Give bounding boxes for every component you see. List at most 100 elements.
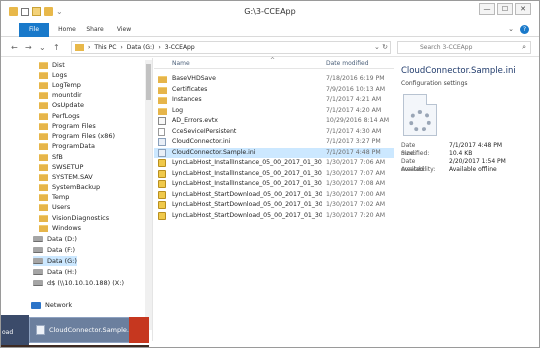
address-bar[interactable]: › This PC › Data (G:) › 3-CCEApp ⌄ ↻ [71, 41, 391, 54]
taskbar-accent [129, 317, 149, 343]
nav-item[interactable]: Data (D:) [33, 234, 77, 244]
nav-item[interactable]: Windows [39, 223, 81, 233]
nav-item[interactable]: ProgramData [39, 141, 95, 151]
folder-icon [158, 97, 167, 104]
nav-item[interactable]: Users [39, 202, 70, 212]
file-row[interactable]: LyncLabHost_InstallInstance_05_00_2017_0… [154, 158, 394, 168]
folder-icon [75, 44, 84, 51]
file-row[interactable]: BaseVHDSave 7/18/2016 6:19 PM [154, 74, 394, 84]
column-header-name[interactable]: Name [172, 60, 190, 67]
nav-item[interactable]: SystemBackup [39, 182, 100, 192]
nav-item-label: LogTemp [52, 81, 81, 89]
log-file-icon [158, 169, 166, 178]
tab-file[interactable]: File [19, 23, 49, 37]
file-date-modified: 7/1/2017 3:27 PM [326, 138, 381, 145]
folder-icon [39, 224, 48, 232]
nav-item[interactable]: Network [31, 300, 72, 310]
close-button[interactable]: ✕ [515, 3, 531, 15]
file-row[interactable]: CloudConnector.Sample.ini 7/1/2017 4:48 P… [154, 147, 394, 158]
tab-view[interactable]: View [113, 23, 135, 37]
help-icon[interactable]: ? [520, 25, 529, 34]
breadcrumb-separator: › [88, 44, 91, 51]
nav-item-label: SystemBackup [52, 183, 101, 191]
back-button[interactable]: ← [11, 43, 18, 52]
nav-item-label: PerfLogs [52, 112, 80, 120]
file-row[interactable]: Instances 7/1/2017 4:21 AM [154, 95, 394, 105]
folder-icon [39, 203, 48, 211]
breadcrumb-separator: › [158, 44, 161, 51]
nav-item-label: Logs [52, 71, 67, 79]
gear-icon [409, 110, 431, 132]
file-row[interactable]: Log 7/1/2017 4:20 AM [154, 106, 394, 116]
recent-locations-button[interactable]: ⌄ [39, 43, 46, 52]
nav-item-label: Data (H:) [47, 268, 77, 276]
nav-item[interactable]: PerfLogs [39, 111, 80, 121]
nav-item[interactable]: Temp [39, 192, 69, 202]
breadcrumb-3-cceapp[interactable]: 3-CCEApp [165, 44, 195, 51]
nav-item[interactable]: mountdir [39, 90, 82, 100]
forward-button[interactable]: → [25, 43, 32, 52]
nav-item[interactable]: OsUpdate [39, 100, 84, 110]
nav-item-label: Dist [52, 61, 65, 69]
property-value: 10.4 KB [449, 150, 473, 157]
nav-item[interactable]: d$ (\\10.10.10.188) (X:) [33, 278, 124, 288]
taskbar: oad CloudConnector.Sample.ini ... [1, 315, 539, 347]
column-header-date[interactable]: Date modified [326, 60, 369, 67]
tab-home[interactable]: Home [55, 23, 79, 37]
up-button[interactable]: ↑ [53, 43, 60, 52]
breadcrumb-separator: › [120, 44, 123, 51]
search-placeholder: Search 3-CCEApp [420, 44, 473, 51]
file-row[interactable]: LyncLabHost_StartDownload_05_00_2017_01_… [154, 211, 394, 221]
file-row[interactable]: CloudConnector.ini 7/1/2017 3:27 PM [154, 137, 394, 147]
file-icon [158, 127, 165, 136]
nav-item-label: Program Files [52, 122, 96, 130]
nav-item[interactable]: Program Files [39, 121, 96, 131]
taskbar-left-item[interactable]: oad [1, 315, 29, 347]
file-list: ^ Name Date modified BaseVHDSave 7/18/201… [154, 57, 394, 341]
file-row[interactable]: LyncLabHost_InstallInstance_05_00_2017_0… [154, 169, 394, 179]
breadcrumb-data-g[interactable]: Data (G:) [127, 44, 155, 51]
nav-item[interactable]: Dist [39, 60, 65, 70]
nav-item[interactable]: LogTemp [39, 80, 81, 90]
nav-scrollbar[interactable] [145, 60, 152, 330]
nav-item[interactable]: SfB [39, 152, 63, 162]
folder-icon [39, 61, 48, 69]
address-row: ← → ⌄ ↑ › This PC › Data (G:) › 3-CCEApp… [1, 38, 539, 57]
file-name: LyncLabHost_InstallInstance_05_00_2017_0… [172, 180, 322, 187]
breadcrumb-this-pc[interactable]: This PC [94, 44, 116, 51]
address-dropdown-icon[interactable]: ⌄ [374, 43, 380, 51]
nav-item[interactable]: Logs [39, 70, 67, 80]
nav-item[interactable]: SWSETUP [39, 162, 83, 172]
file-row[interactable]: Certificates 7/9/2016 10:13 AM [154, 85, 394, 95]
minimize-button[interactable]: — [479, 3, 495, 15]
maximize-button[interactable]: ☐ [497, 3, 513, 15]
tab-share[interactable]: Share [83, 23, 107, 37]
file-row[interactable]: LyncLabHost_InstallInstance_05_00_2017_0… [154, 179, 394, 189]
file-name: CloudConnector.Sample.ini [172, 148, 256, 156]
file-row[interactable]: AD_Errors.evtx 10/29/2016 8:14 AM [154, 116, 394, 126]
nav-item[interactable]: Data (G:) [33, 256, 77, 266]
file-date-modified: 1/30/2017 7:08 AM [326, 180, 386, 187]
nav-item[interactable]: Data (F:) [33, 245, 75, 255]
file-row[interactable]: CceSeviceIPersistent 7/1/2017 4:30 AM [154, 127, 394, 137]
file-date-modified: 1/30/2017 7:20 AM [326, 211, 386, 219]
refresh-icon[interactable]: ↻ [382, 43, 388, 51]
property-value: 2/20/2017 1:54 PM [449, 158, 506, 165]
file-row[interactable]: LyncLabHost_StartDownload_05_00_2017_01_… [154, 200, 394, 210]
ribbon-right-controls: ⌄ ? [508, 25, 529, 34]
nav-item[interactable]: Data (H:) [33, 267, 77, 277]
file-date-modified: 10/29/2016 8:14 AM [326, 117, 390, 124]
search-input[interactable]: Search 3-CCEApp ⌕ [397, 41, 531, 54]
nav-item[interactable]: SYSTEM.SAV [39, 172, 93, 182]
file-row[interactable]: LyncLabHost_StartDownload_05_00_2017_01_… [154, 190, 394, 200]
expand-ribbon-icon[interactable]: ⌄ [508, 25, 514, 34]
nav-item[interactable]: VisionDiagnostics [39, 213, 109, 223]
explorer-window: ⌄ G:\3-CCEApp — ☐ ✕ File Home Share View… [0, 0, 540, 348]
folder-icon [39, 142, 48, 150]
file-date-modified: 7/1/2017 4:20 AM [326, 106, 382, 114]
folder-icon [158, 107, 167, 115]
sort-arrow-icon: ^ [270, 57, 276, 64]
nav-item[interactable]: Program Files (x86) [39, 131, 115, 141]
property-value: 7/1/2017 4:48 PM [449, 142, 503, 149]
nav-scrollbar-thumb[interactable] [146, 64, 151, 100]
